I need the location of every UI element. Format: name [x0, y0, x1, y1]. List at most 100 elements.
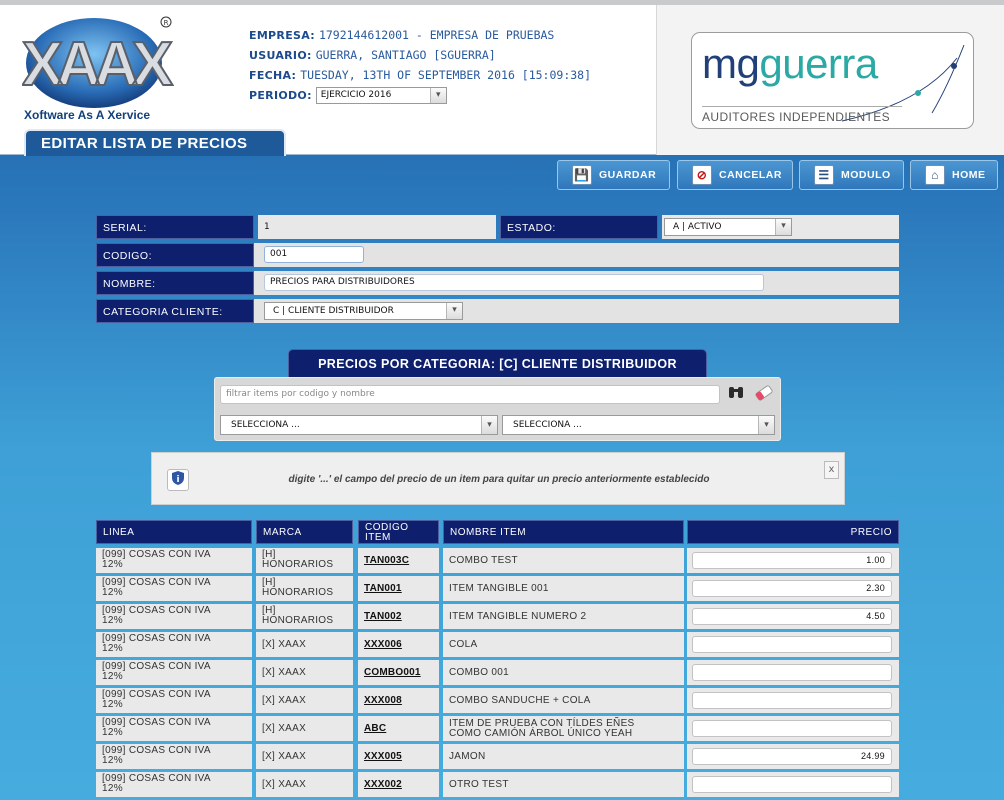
- section-title: PRECIOS POR CATEGORIA: [C] CLIENTE DISTR…: [288, 349, 707, 377]
- marca-line-1: [X] XAAX: [262, 751, 307, 762]
- serial-value: 1: [258, 215, 496, 239]
- price-input[interactable]: 1.00: [692, 552, 892, 569]
- price-cell: 24.99: [687, 744, 899, 769]
- item-code-link[interactable]: XXX008: [358, 688, 439, 713]
- linea-line-1: [099] COSAS CON IVA: [102, 549, 211, 560]
- modulo-button[interactable]: ☰ MODULO: [799, 160, 904, 190]
- linea-line-2: 12%: [102, 615, 123, 626]
- info-notice: digite '...' el campo del precio de un i…: [151, 452, 845, 505]
- codigo-input[interactable]: 001: [264, 246, 364, 263]
- item-code-link[interactable]: TAN002: [358, 604, 439, 629]
- svg-text:i: i: [176, 475, 179, 485]
- fecha-value: TUESDAY, 13TH OF SEPTEMBER 2016 [15:09:3…: [300, 68, 592, 82]
- price-input[interactable]: 24.99: [692, 748, 892, 765]
- empresa-label: EMPRESA:: [249, 29, 315, 42]
- linea-line-1: [099] COSAS CON IVA: [102, 689, 211, 700]
- filter-select-2[interactable]: SELECCIONA ... ▾: [502, 415, 775, 435]
- nombre-input[interactable]: PRECIOS PARA DISTRIBUIDORES: [264, 274, 764, 291]
- guardar-button[interactable]: 💾 GUARDAR: [557, 160, 670, 190]
- item-code-link[interactable]: XXX002: [358, 772, 439, 797]
- col-codigo: CODIGO ITEM: [358, 520, 439, 544]
- fecha-row: FECHA: TUESDAY, 13TH OF SEPTEMBER 2016 [1…: [249, 67, 591, 87]
- chevron-down-icon: ▾: [758, 416, 774, 434]
- price-input[interactable]: 2.30: [692, 580, 892, 597]
- price-cell: [687, 632, 899, 657]
- filter-input[interactable]: filtrar items por codigo y nombre: [220, 385, 720, 404]
- marca-line-1: [X] XAAX: [262, 639, 307, 650]
- item-code-link[interactable]: ABC: [358, 716, 439, 741]
- price-cell: [687, 660, 899, 685]
- price-input[interactable]: [692, 776, 892, 793]
- cancelar-button[interactable]: ⊘ CANCELAR: [677, 160, 793, 190]
- nombre-row: NOMBRE: PRECIOS PARA DISTRIBUIDORES: [96, 271, 899, 295]
- marca-cell: [X] XAAX: [256, 744, 353, 769]
- periodo-select[interactable]: EJERCICIO 2016 ▾: [315, 87, 447, 104]
- linea-line-1: [099] COSAS CON IVA: [102, 605, 211, 616]
- linea-line-1: [099] COSAS CON IVA: [102, 745, 211, 756]
- codigo-row: CODIGO: 001: [96, 243, 899, 267]
- marca-line-1: [X] XAAX: [262, 779, 307, 790]
- item-name-line-1: JAMON: [449, 751, 486, 762]
- partner-name: mgguerra: [702, 40, 878, 87]
- home-icon: ⌂: [925, 165, 945, 185]
- item-name-cell: OTRO TEST: [443, 772, 684, 797]
- linea-line-1: [099] COSAS CON IVA: [102, 773, 211, 784]
- item-name-cell: COLA: [443, 632, 684, 657]
- item-code-link[interactable]: TAN001: [358, 576, 439, 601]
- linea-line-2: 12%: [102, 699, 123, 710]
- periodo-label: PERIODO:: [249, 89, 312, 102]
- linea-cell: [099] COSAS CON IVA 12%: [96, 688, 252, 713]
- item-name-line-1: COLA: [449, 639, 478, 650]
- marca-cell: [X] XAAX: [256, 716, 353, 741]
- marca-line-2: HONORARIOS: [262, 615, 334, 626]
- eraser-icon[interactable]: [753, 384, 775, 406]
- estado-select[interactable]: A | ACTIVO ▾: [664, 218, 792, 236]
- usuario-label: USUARIO:: [249, 49, 312, 62]
- linea-line-1: [099] COSAS CON IVA: [102, 577, 211, 588]
- filter-select-1[interactable]: SELECCIONA ... ▾: [220, 415, 498, 435]
- binoculars-icon[interactable]: [725, 384, 747, 406]
- col-marca: MARCA: [256, 520, 353, 544]
- marca-line-1: [X] XAAX: [262, 667, 307, 678]
- price-input[interactable]: 4.50: [692, 608, 892, 625]
- price-input[interactable]: [692, 664, 892, 681]
- filter-select-1-value: SELECCIONA ...: [231, 420, 300, 430]
- price-input[interactable]: [692, 636, 892, 653]
- categoria-select[interactable]: C | CLIENTE DISTRIBUIDOR ▾: [264, 302, 463, 320]
- nombre-label: NOMBRE:: [96, 271, 254, 295]
- col-nombre: NOMBRE ITEM: [443, 520, 684, 544]
- brand-name: Xoftware As A Xervice: [24, 108, 151, 122]
- marca-line-1: [X] XAAX: [262, 723, 307, 734]
- item-code-link[interactable]: XXX005: [358, 744, 439, 769]
- linea-cell: [099] COSAS CON IVA 12%: [96, 548, 252, 573]
- module-icon: ☰: [814, 165, 834, 185]
- marca-cell: [H] HONORARIOS: [256, 576, 353, 601]
- item-name-line-1: COMBO TEST: [449, 555, 518, 566]
- home-button[interactable]: ⌂ HOME: [910, 160, 998, 190]
- categoria-label: CATEGORIA CLIENTE:: [96, 299, 254, 323]
- item-code-link[interactable]: XXX006: [358, 632, 439, 657]
- chevron-down-icon: ▾: [446, 303, 462, 319]
- modulo-label: MODULO: [841, 169, 891, 181]
- linea-line-1: [099] COSAS CON IVA: [102, 717, 211, 728]
- close-button[interactable]: x: [824, 461, 839, 479]
- item-code-link[interactable]: COMBO001: [358, 660, 439, 685]
- price-input[interactable]: [692, 692, 892, 709]
- item-name-line-1: OTRO TEST: [449, 779, 509, 790]
- item-name-cell: COMBO SANDUCHE + COLA: [443, 688, 684, 713]
- linea-line-1: [099] COSAS CON IVA: [102, 661, 211, 672]
- empresa-row: EMPRESA: 1792144612001 - EMPRESA DE PRUEB…: [249, 27, 591, 47]
- linea-line-2: 12%: [102, 559, 123, 570]
- chevron-down-icon: ▾: [775, 219, 791, 235]
- marca-cell: [X] XAAX: [256, 772, 353, 797]
- linea-line-1: [099] COSAS CON IVA: [102, 633, 211, 644]
- price-cell: 4.50: [687, 604, 899, 629]
- marca-cell: [H] HONORARIOS: [256, 604, 353, 629]
- price-cell: [687, 772, 899, 797]
- linea-line-2: 12%: [102, 587, 123, 598]
- price-input[interactable]: [692, 720, 892, 737]
- item-code-link[interactable]: TAN003C: [358, 548, 439, 573]
- categoria-row: CATEGORIA CLIENTE: C | CLIENTE DISTRIBUI…: [96, 299, 899, 323]
- chevron-down-icon: ▾: [481, 416, 497, 434]
- fecha-label: FECHA:: [249, 69, 297, 82]
